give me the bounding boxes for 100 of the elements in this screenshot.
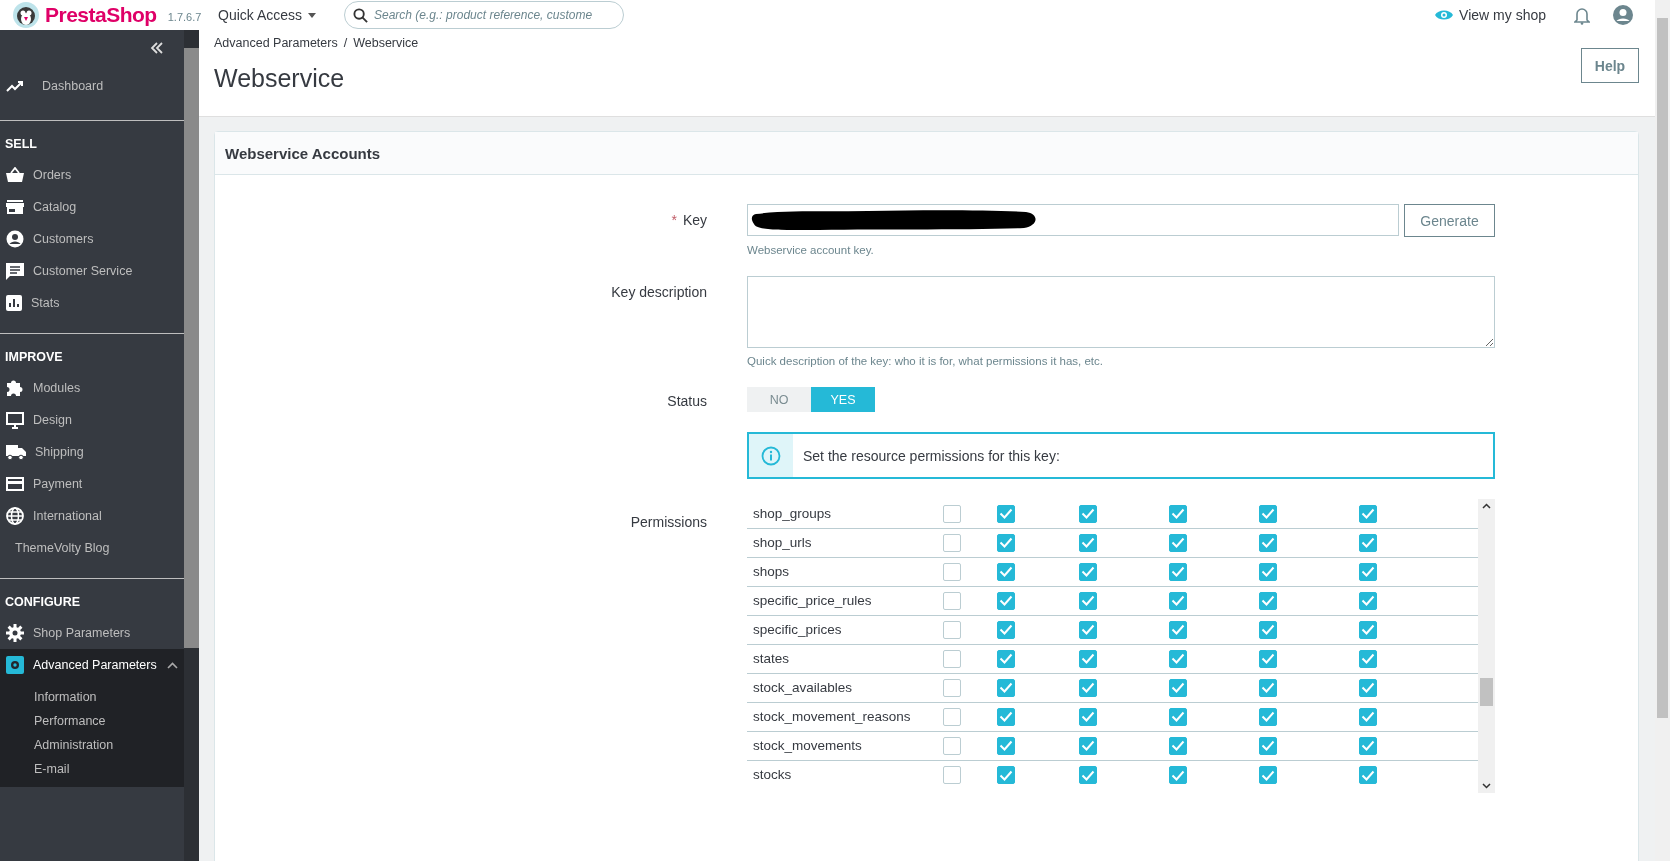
generate-button[interactable]: Generate: [1404, 204, 1495, 237]
quick-access-menu[interactable]: Quick Access: [218, 7, 344, 23]
scrollbar[interactable]: [184, 30, 199, 861]
description-field[interactable]: [747, 276, 1495, 348]
scroll-thumb[interactable]: [1657, 18, 1668, 718]
view-shop-link[interactable]: View my shop: [1435, 7, 1546, 23]
submenu-item[interactable]: Administration: [34, 733, 184, 757]
checkbox[interactable]: [943, 707, 961, 726]
checkbox[interactable]: [1359, 533, 1377, 552]
sidebar-item[interactable]: Modules: [0, 372, 184, 404]
checkbox[interactable]: [943, 591, 961, 610]
checkbox[interactable]: [997, 766, 1015, 785]
checkbox[interactable]: [997, 504, 1015, 523]
key-input-field[interactable]: [747, 204, 1399, 236]
sidebar-item[interactable]: Customers: [0, 223, 184, 255]
checkbox[interactable]: [1169, 736, 1187, 755]
checkbox[interactable]: [1359, 591, 1377, 610]
checkbox[interactable]: [997, 591, 1015, 610]
checkbox[interactable]: [1359, 562, 1377, 581]
checkbox[interactable]: [1359, 736, 1377, 755]
checkbox[interactable]: [997, 736, 1015, 755]
checkbox[interactable]: [997, 678, 1015, 697]
status-option[interactable]: NO: [747, 387, 811, 412]
sidebar-item[interactable]: Shop Parameters: [0, 617, 184, 649]
checkbox[interactable]: [1079, 591, 1097, 610]
checkbox[interactable]: [1259, 591, 1277, 610]
checkbox[interactable]: [1169, 562, 1187, 581]
checkbox[interactable]: [943, 620, 961, 639]
checkbox[interactable]: [943, 766, 961, 785]
sidebar-item[interactable]: Stats: [0, 287, 184, 319]
sidebar-item[interactable]: Shipping: [0, 436, 184, 468]
checkbox[interactable]: [997, 707, 1015, 726]
checkbox[interactable]: [1359, 678, 1377, 697]
checkbox[interactable]: [1079, 707, 1097, 726]
checkbox[interactable]: [943, 533, 961, 552]
avatar-icon[interactable]: [1612, 4, 1634, 26]
sidebar-item[interactable]: Orders: [0, 159, 184, 191]
checkbox[interactable]: [1079, 504, 1097, 523]
scroll-thumb[interactable]: [1480, 678, 1493, 706]
checkbox[interactable]: [1079, 533, 1097, 552]
resource-name: specific_price_rules: [747, 586, 942, 615]
breadcrumb-link[interactable]: Webservice: [353, 36, 419, 50]
scroll-thumb[interactable]: [184, 48, 199, 648]
sidebar-item[interactable]: ThemeVolty Blog: [0, 532, 184, 564]
breadcrumb-link[interactable]: Advanced Parameters: [214, 36, 338, 50]
notification-bell-icon[interactable]: [1574, 5, 1590, 25]
checkbox[interactable]: [943, 678, 961, 697]
checkbox[interactable]: [943, 562, 961, 581]
sidebar-item[interactable]: International: [0, 500, 184, 532]
checkbox[interactable]: [1259, 649, 1277, 668]
checkbox[interactable]: [1359, 707, 1377, 726]
checkbox[interactable]: [1259, 504, 1277, 523]
brand-name[interactable]: PrestaShop: [45, 3, 157, 27]
page-scrollbar[interactable]: [1655, 0, 1670, 861]
checkbox[interactable]: [1259, 562, 1277, 581]
sidebar-item[interactable]: Dashboard: [0, 66, 184, 106]
checkbox[interactable]: [1359, 766, 1377, 785]
checkbox[interactable]: [943, 736, 961, 755]
submenu-item[interactable]: E-mail: [34, 757, 184, 781]
sidebar-item[interactable]: Advanced Parameters: [0, 649, 184, 681]
checkbox[interactable]: [1079, 620, 1097, 639]
checkbox[interactable]: [1259, 533, 1277, 552]
checkbox[interactable]: [1169, 533, 1187, 552]
checkbox[interactable]: [1259, 678, 1277, 697]
submenu-item[interactable]: Information: [34, 685, 184, 709]
checkbox[interactable]: [943, 649, 961, 668]
checkbox[interactable]: [1169, 620, 1187, 639]
checkbox[interactable]: [1169, 707, 1187, 726]
checkbox[interactable]: [997, 649, 1015, 668]
checkbox[interactable]: [1079, 766, 1097, 785]
checkbox[interactable]: [1359, 620, 1377, 639]
scrollbar[interactable]: [1478, 499, 1495, 793]
checkbox[interactable]: [1079, 678, 1097, 697]
sidebar-item[interactable]: Customer Service: [0, 255, 184, 287]
scroll-down-icon[interactable]: [1482, 783, 1491, 789]
checkbox[interactable]: [1079, 562, 1097, 581]
checkbox[interactable]: [1079, 736, 1097, 755]
sidebar-item[interactable]: Catalog: [0, 191, 184, 223]
checkbox[interactable]: [1169, 678, 1187, 697]
checkbox[interactable]: [1169, 504, 1187, 523]
checkbox[interactable]: [1169, 766, 1187, 785]
checkbox[interactable]: [997, 562, 1015, 581]
sidebar-item[interactable]: Design: [0, 404, 184, 436]
submenu-item[interactable]: Performance: [34, 709, 184, 733]
collapse-icon[interactable]: [150, 42, 164, 54]
checkbox[interactable]: [997, 620, 1015, 639]
checkbox[interactable]: [1079, 649, 1097, 668]
scroll-up-icon[interactable]: [1482, 503, 1491, 509]
checkbox[interactable]: [1359, 649, 1377, 668]
checkbox[interactable]: [1359, 504, 1377, 523]
sidebar-item[interactable]: Payment: [0, 468, 184, 500]
checkbox[interactable]: [1259, 766, 1277, 785]
checkbox[interactable]: [1259, 736, 1277, 755]
checkbox[interactable]: [1259, 707, 1277, 726]
checkbox[interactable]: [1259, 620, 1277, 639]
checkbox[interactable]: [943, 504, 961, 523]
checkbox[interactable]: [1169, 649, 1187, 668]
help-button[interactable]: Help: [1581, 48, 1639, 83]
checkbox[interactable]: [997, 533, 1015, 552]
checkbox[interactable]: [1169, 591, 1187, 610]
